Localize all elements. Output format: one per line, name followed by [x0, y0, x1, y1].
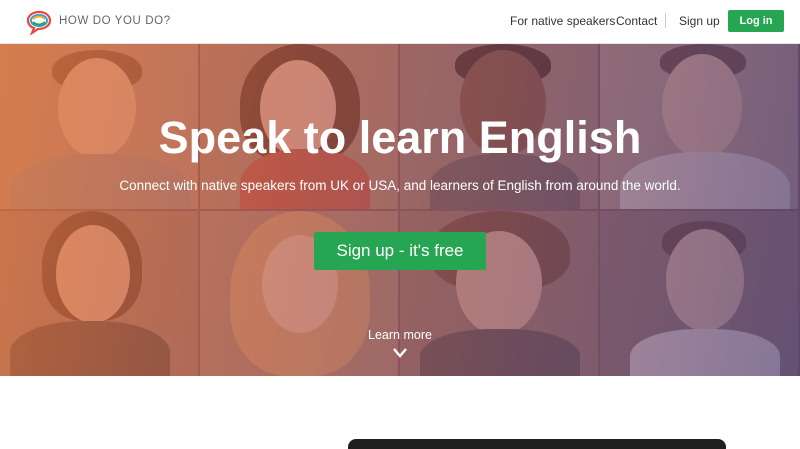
nav-link-sign-up[interactable]: Sign up	[679, 14, 720, 28]
top-nav: HOW DO YOU DO? For native speakers Conta…	[0, 0, 800, 44]
brand-name[interactable]: HOW DO YOU DO?	[59, 15, 171, 27]
nav-divider	[665, 13, 666, 28]
nav-link-contact[interactable]: Contact	[616, 14, 657, 28]
hero-subtitle: Connect with native speakers from UK or …	[119, 178, 681, 193]
signup-free-button[interactable]: Sign up - it's free	[314, 232, 486, 270]
chevron-down-icon[interactable]	[392, 347, 408, 359]
dark-panel-top	[348, 439, 726, 449]
hero-color-overlay	[0, 44, 800, 376]
learn-more-link[interactable]: Learn more	[0, 328, 800, 342]
nav-link-native-speakers[interactable]: For native speakers	[510, 14, 615, 28]
login-button[interactable]: Log in	[728, 10, 784, 32]
hero-section: Speak to learn English Connect with nati…	[0, 44, 800, 376]
speech-bubble-logo-icon[interactable]	[26, 9, 52, 35]
hero-title: Speak to learn English	[158, 112, 642, 163]
